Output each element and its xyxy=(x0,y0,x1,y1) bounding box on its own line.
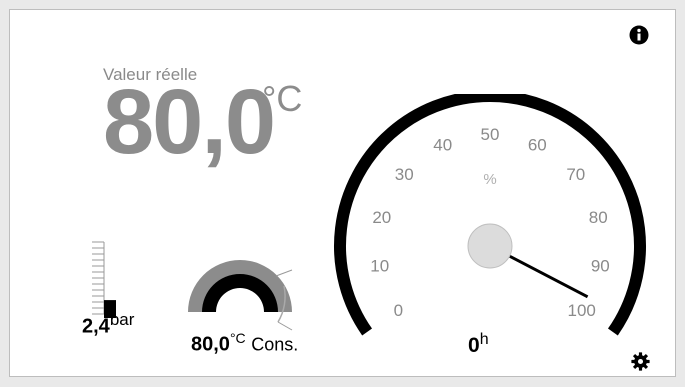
percent-gauge: 0 10 20 30 40 50 60 70 80 90 100 % xyxy=(334,94,646,336)
gear-icon[interactable] xyxy=(631,352,650,371)
gauge-tick-label: 10 xyxy=(370,256,389,275)
main-panel: Valeur réelle 80,0 °C 2,4bar 80,0°C Cons… xyxy=(9,9,676,377)
setpoint-marker-bottom xyxy=(277,321,293,331)
gauge-hub xyxy=(467,223,513,269)
pressure-bar xyxy=(92,241,116,318)
pressure-unit: bar xyxy=(109,310,135,329)
hours-unit: h xyxy=(479,331,489,348)
gauge-tick-label: 90 xyxy=(591,256,610,275)
gauge-tick-label: 70 xyxy=(566,165,585,184)
setpoint-value: 80,0 xyxy=(191,333,230,356)
pressure-readout: 2,4bar xyxy=(82,310,134,339)
gauge-unit-label: % xyxy=(483,171,496,188)
pressure-scale-ticks xyxy=(92,241,105,315)
gauge-tick-label: 50 xyxy=(481,125,500,144)
gauge-tick-label: 80 xyxy=(589,208,608,227)
actual-value: 80,0 xyxy=(103,71,276,173)
setpoint-label: Cons. xyxy=(251,334,299,355)
hours-value: 0 xyxy=(468,334,480,357)
setpoint-dial[interactable] xyxy=(180,232,300,332)
gauge-tick-label: 0 xyxy=(394,301,403,320)
gauge-tick-label: 20 xyxy=(372,208,391,227)
setpoint-readout: 80,0°C Cons. xyxy=(191,330,298,357)
gauge-tick-label: 30 xyxy=(395,165,414,184)
info-icon[interactable] xyxy=(629,25,649,45)
hours-readout: 0h xyxy=(468,331,489,358)
gauge-tick-label: 40 xyxy=(433,136,452,155)
setpoint-marker-top xyxy=(275,269,293,277)
actual-unit: °C xyxy=(262,78,303,119)
gauge-tick-label: 100 xyxy=(568,301,596,320)
pressure-value: 2,4 xyxy=(82,315,110,338)
gauge-tick-label: 60 xyxy=(528,136,547,155)
setpoint-unit: °C xyxy=(229,330,246,346)
